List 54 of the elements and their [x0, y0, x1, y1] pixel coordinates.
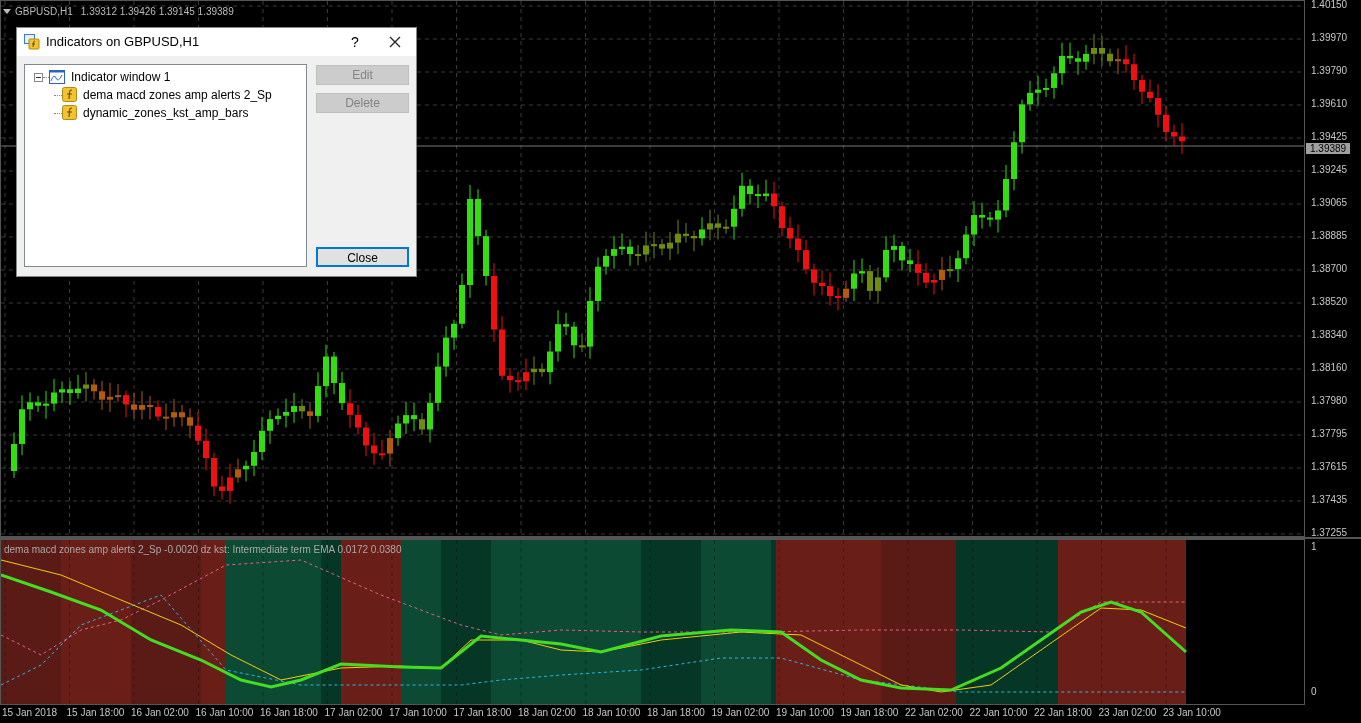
price-tick-label: 1.37795	[1311, 428, 1348, 439]
dropdown-triangle-icon[interactable]	[3, 8, 11, 15]
time-tick-label: 18 Jan 18:00	[647, 707, 705, 719]
indicators-icon	[24, 34, 40, 50]
time-tick-label: 22 Jan 02:00	[905, 707, 963, 719]
price-tick-label: 1.37255	[1311, 527, 1348, 538]
price-tick-label: 1.39425	[1311, 131, 1348, 142]
price-tick-label: 1.38160	[1311, 362, 1348, 373]
time-tick-label: 22 Jan 10:00	[969, 707, 1028, 719]
price-tick-label: 1.37980	[1311, 395, 1348, 406]
function-icon	[62, 87, 78, 103]
close-icon[interactable]	[389, 36, 401, 48]
time-tick-label: 16 Jan 18:00	[260, 707, 318, 719]
tree-item[interactable]: dynamic_zones_kst_amp_bars	[83, 104, 249, 122]
ohlc-values: 1.39312 1.39426 1.39145 1.39389	[80, 5, 234, 19]
tree-item[interactable]: Indicator window 1	[71, 68, 171, 86]
time-tick-label: 18 Jan 02:00	[518, 707, 576, 719]
price-tick-label: 1.39970	[1311, 32, 1348, 43]
time-tick-label: 15 Jan 18:00	[66, 707, 125, 719]
tree-toggle-icon[interactable]	[34, 72, 43, 82]
time-tick-label: 22 Jan 18:00	[1034, 707, 1092, 719]
price-tick-label: 1.37615	[1311, 461, 1348, 472]
symbol-label: GBPUSD,H1	[15, 5, 73, 19]
price-tick-label: 1.40150	[1311, 0, 1348, 10]
time-tick-label: 17 Jan 10:00	[389, 707, 447, 719]
help-button[interactable]: ?	[345, 31, 365, 53]
tree-item[interactable]: dema macd zones amp alerts 2_Sp	[83, 86, 272, 104]
time-tick-label: 17 Jan 02:00	[324, 707, 383, 719]
dialog-button[interactable]: Close	[316, 247, 409, 267]
price-tick-label: 1.38700	[1311, 263, 1348, 274]
function-icon	[62, 105, 78, 121]
price-tick-label: 1.38885	[1311, 230, 1348, 241]
time-tick-label: 23 Jan 10:00	[1163, 707, 1221, 719]
time-tick-label: 16 Jan 02:00	[131, 707, 189, 719]
price-tick-label: 1.37435	[1311, 494, 1348, 505]
time-tick-label: 23 Jan 02:00	[1098, 707, 1157, 719]
price-tick-label: 1.39790	[1311, 65, 1348, 76]
time-tick-label: 16 Jan 10:00	[195, 707, 254, 719]
scale-label: 0	[1311, 686, 1317, 698]
time-tick-label: 18 Jan 10:00	[582, 707, 641, 719]
indicator-window-icon	[49, 70, 65, 84]
time-tick-label: 15 Jan 2018	[2, 707, 58, 719]
dialog-title: Indicators on GBPUSD,H1	[46, 33, 201, 52]
time-tick-label: 19 Jan 18:00	[840, 707, 899, 719]
price-tick-label: 1.38340	[1311, 329, 1348, 340]
price-tick-label: 1.39610	[1311, 98, 1348, 109]
scale-label: 1	[1311, 541, 1317, 553]
time-tick-label: 19 Jan 10:00	[776, 707, 834, 719]
price-tick-label: 1.38520	[1311, 296, 1348, 307]
current-price-label: 1.39389	[1306, 143, 1351, 154]
time-tick-label: 17 Jan 18:00	[453, 707, 512, 719]
price-tick-label: 1.39245	[1311, 164, 1348, 175]
time-tick-label: 19 Jan 02:00	[711, 707, 770, 719]
price-tick-label: 1.39065	[1311, 197, 1348, 208]
